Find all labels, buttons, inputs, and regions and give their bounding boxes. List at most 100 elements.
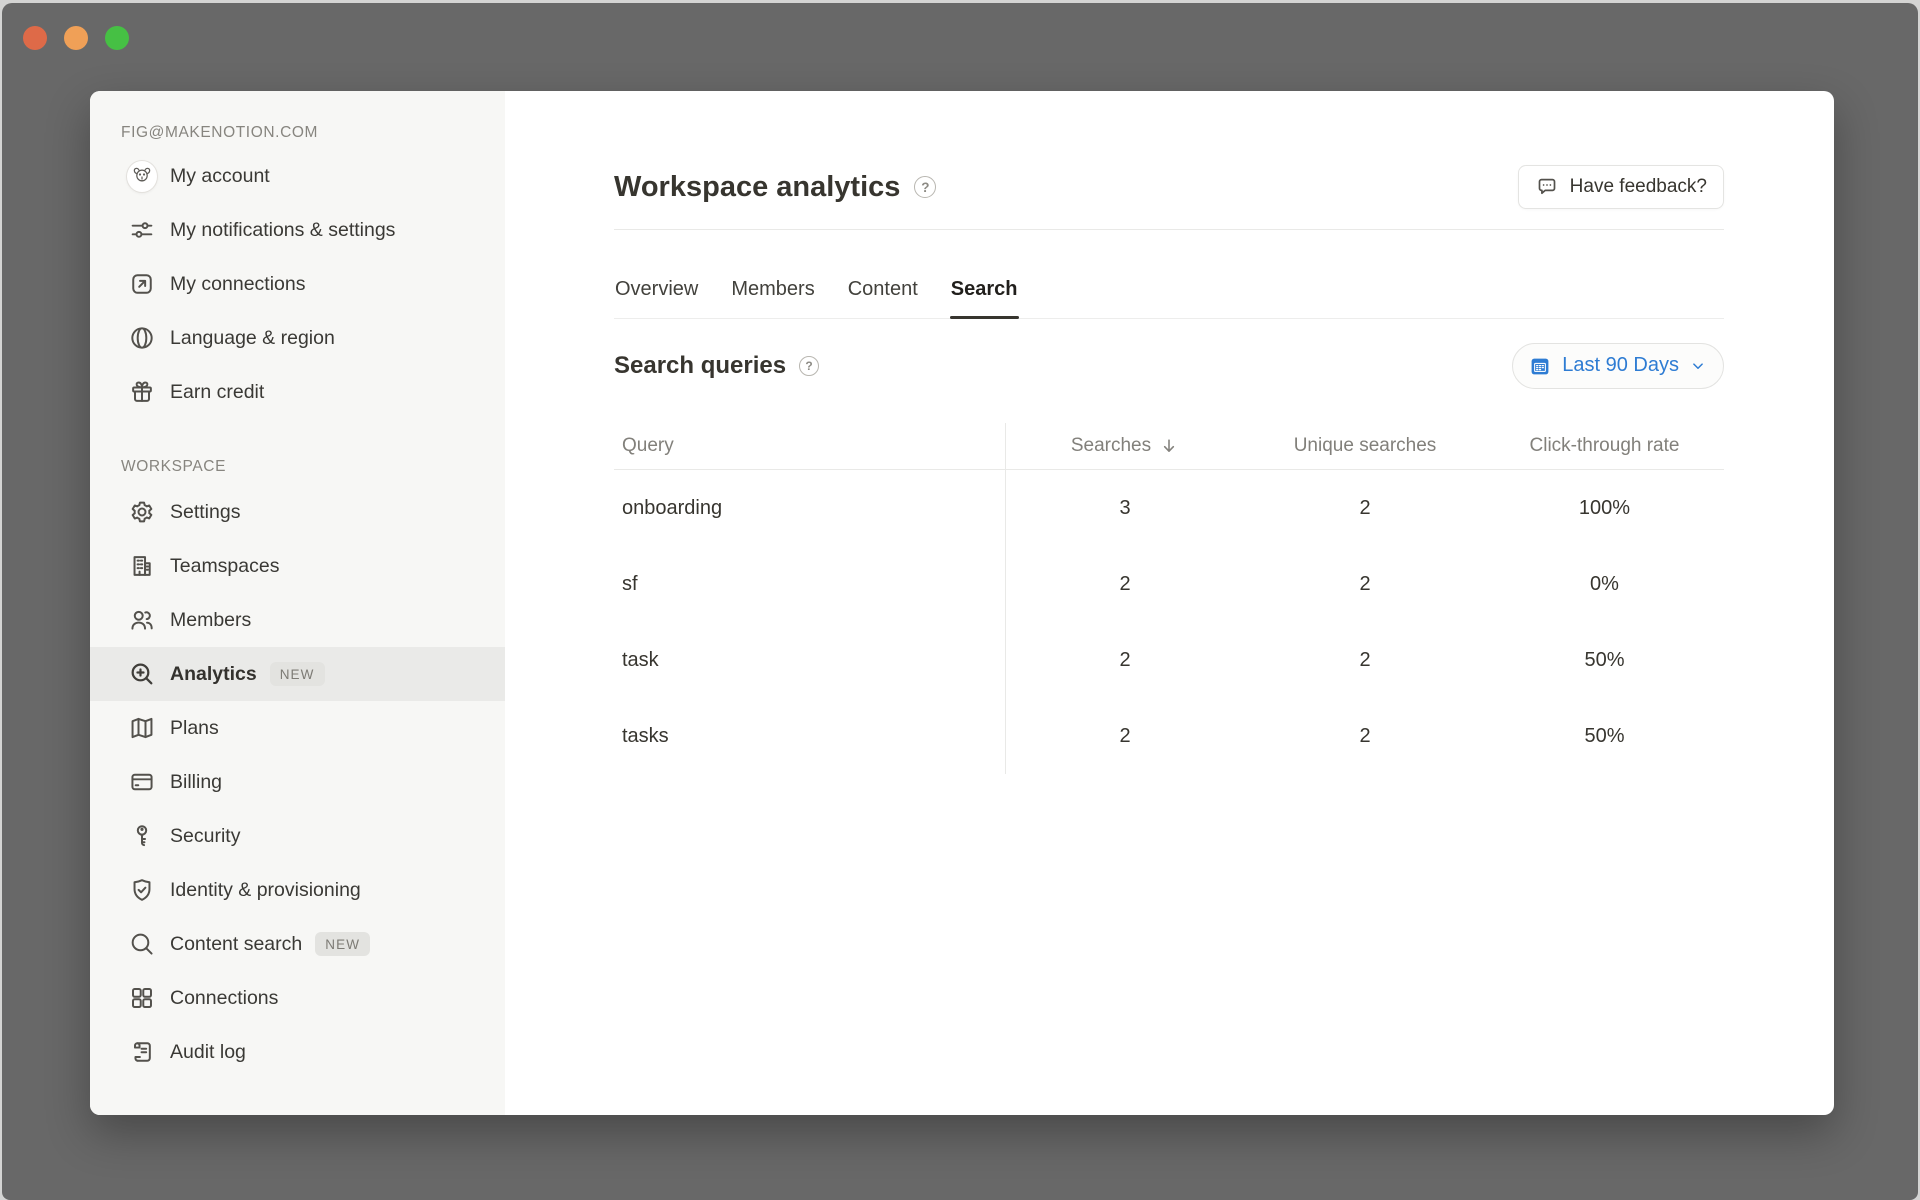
settings-dialog: FIG@MAKENOTION.COM My account xyxy=(90,91,1834,1115)
sliders-icon xyxy=(127,215,157,245)
unique-searches-cell: 2 xyxy=(1245,497,1485,520)
analytics-content: Workspace analytics ? Have feedback? Ove… xyxy=(505,91,1834,1115)
sidebar-item-label: Content search xyxy=(170,931,302,957)
sort-desc-arrow-icon xyxy=(1159,436,1179,456)
globe-icon xyxy=(127,323,157,353)
search-icon xyxy=(127,929,157,959)
sidebar-item-label: Identity & provisioning xyxy=(170,877,361,903)
key-icon xyxy=(127,821,157,851)
sidebar-item-members[interactable]: Members xyxy=(90,593,505,647)
have-feedback-button[interactable]: Have feedback? xyxy=(1518,165,1724,209)
building-icon xyxy=(127,551,157,581)
account-section: My account My notifications & settings M… xyxy=(90,149,505,419)
gift-icon xyxy=(127,377,157,407)
gear-icon xyxy=(127,497,157,527)
analytics-tabs: Overview Members Content Search xyxy=(614,230,1724,319)
speech-bubble-icon xyxy=(1535,175,1559,199)
sidebar-item-label: Plans xyxy=(170,715,219,741)
app-window: FIG@MAKENOTION.COM My account xyxy=(2,3,1918,1200)
sidebar-item-label: Settings xyxy=(170,499,240,525)
settings-sidebar: FIG@MAKENOTION.COM My account xyxy=(90,91,505,1115)
sidebar-item-label: Members xyxy=(170,607,251,633)
sidebar-item-label: Earn credit xyxy=(170,379,264,405)
table-row[interactable]: sf 2 2 0% xyxy=(614,546,1724,622)
feedback-button-label: Have feedback? xyxy=(1570,176,1707,198)
searches-cell: 2 xyxy=(1005,649,1245,672)
workspace-section-label: WORKSPACE xyxy=(90,455,505,479)
new-badge: NEW xyxy=(315,932,370,956)
minimize-window-button[interactable] xyxy=(64,26,88,50)
section-title: Search queries xyxy=(614,352,786,380)
new-badge: NEW xyxy=(270,662,325,686)
help-icon[interactable]: ? xyxy=(914,176,936,198)
sidebar-item-analytics[interactable]: Analytics NEW xyxy=(90,647,505,701)
sidebar-item-label: Analytics xyxy=(170,661,257,687)
sidebar-item-label: Billing xyxy=(170,769,222,795)
map-icon xyxy=(127,713,157,743)
sidebar-item-my-connections[interactable]: My connections xyxy=(90,257,505,311)
sidebar-item-label: My connections xyxy=(170,271,305,297)
sidebar-item-label: Language & region xyxy=(170,325,335,351)
grid-icon xyxy=(127,983,157,1013)
sidebar-item-settings[interactable]: Settings xyxy=(90,485,505,539)
column-header-ctr[interactable]: Click-through rate xyxy=(1485,435,1724,457)
scroll-icon xyxy=(127,1037,157,1067)
sidebar-item-label: Teamspaces xyxy=(170,553,279,579)
sidebar-item-notifications-settings[interactable]: My notifications & settings xyxy=(90,203,505,257)
table-row[interactable]: onboarding 3 2 100% xyxy=(614,470,1724,546)
sidebar-item-billing[interactable]: Billing xyxy=(90,755,505,809)
ctr-cell: 50% xyxy=(1485,725,1724,748)
sidebar-item-audit-log[interactable]: Audit log xyxy=(90,1025,505,1079)
shield-check-icon xyxy=(127,875,157,905)
tab-members[interactable]: Members xyxy=(730,230,815,318)
ctr-cell: 100% xyxy=(1485,497,1724,520)
sidebar-item-label: Connections xyxy=(170,985,278,1011)
sidebar-item-label: My account xyxy=(170,163,270,189)
sidebar-item-plans[interactable]: Plans xyxy=(90,701,505,755)
sidebar-item-connections[interactable]: Connections xyxy=(90,971,505,1025)
page-title: Workspace analytics xyxy=(614,171,900,204)
searches-cell: 2 xyxy=(1005,725,1245,748)
calendar-icon xyxy=(1528,354,1552,378)
date-range-label: Last 90 Days xyxy=(1562,354,1679,377)
unique-searches-cell: 2 xyxy=(1245,725,1485,748)
column-header-query[interactable]: Query xyxy=(614,435,1005,457)
tab-content[interactable]: Content xyxy=(847,230,919,318)
unique-searches-cell: 2 xyxy=(1245,573,1485,596)
date-range-dropdown[interactable]: Last 90 Days xyxy=(1512,343,1724,389)
column-header-unique-searches[interactable]: Unique searches xyxy=(1245,435,1485,457)
query-cell: tasks xyxy=(614,725,1005,748)
searches-cell: 2 xyxy=(1005,573,1245,596)
members-icon xyxy=(127,605,157,635)
close-window-button[interactable] xyxy=(23,26,47,50)
section-header: Search queries ? Last 90 Days xyxy=(614,342,1724,389)
account-email-label: FIG@MAKENOTION.COM xyxy=(90,121,505,145)
searches-cell: 3 xyxy=(1005,497,1245,520)
sidebar-item-label: Audit log xyxy=(170,1039,246,1065)
sidebar-item-my-account[interactable]: My account xyxy=(90,149,505,203)
sidebar-item-earn-credit[interactable]: Earn credit xyxy=(90,365,505,419)
table-row[interactable]: task 2 2 50% xyxy=(614,622,1724,698)
sidebar-item-content-search[interactable]: Content search NEW xyxy=(90,917,505,971)
zoom-plus-icon xyxy=(127,659,157,689)
unique-searches-cell: 2 xyxy=(1245,649,1485,672)
query-cell: task xyxy=(614,649,1005,672)
column-header-label: Searches xyxy=(1071,435,1151,457)
arrow-up-right-icon xyxy=(127,269,157,299)
zoom-window-button[interactable] xyxy=(105,26,129,50)
table-header-row: Query Searches Unique searches Click-thr… xyxy=(614,423,1724,470)
sidebar-item-security[interactable]: Security xyxy=(90,809,505,863)
search-queries-table: Query Searches Unique searches Click-thr… xyxy=(614,423,1724,774)
sidebar-item-label: My notifications & settings xyxy=(170,217,395,243)
avatar xyxy=(127,161,157,191)
sidebar-item-identity-provisioning[interactable]: Identity & provisioning xyxy=(90,863,505,917)
column-header-searches[interactable]: Searches xyxy=(1005,435,1245,457)
chevron-down-icon xyxy=(1689,357,1707,375)
tab-search[interactable]: Search xyxy=(950,230,1019,318)
help-icon[interactable]: ? xyxy=(799,356,819,376)
sidebar-item-language-region[interactable]: Language & region xyxy=(90,311,505,365)
sidebar-item-teamspaces[interactable]: Teamspaces xyxy=(90,539,505,593)
query-cell: onboarding xyxy=(614,497,1005,520)
tab-overview[interactable]: Overview xyxy=(614,230,699,318)
table-row[interactable]: tasks 2 2 50% xyxy=(614,698,1724,774)
